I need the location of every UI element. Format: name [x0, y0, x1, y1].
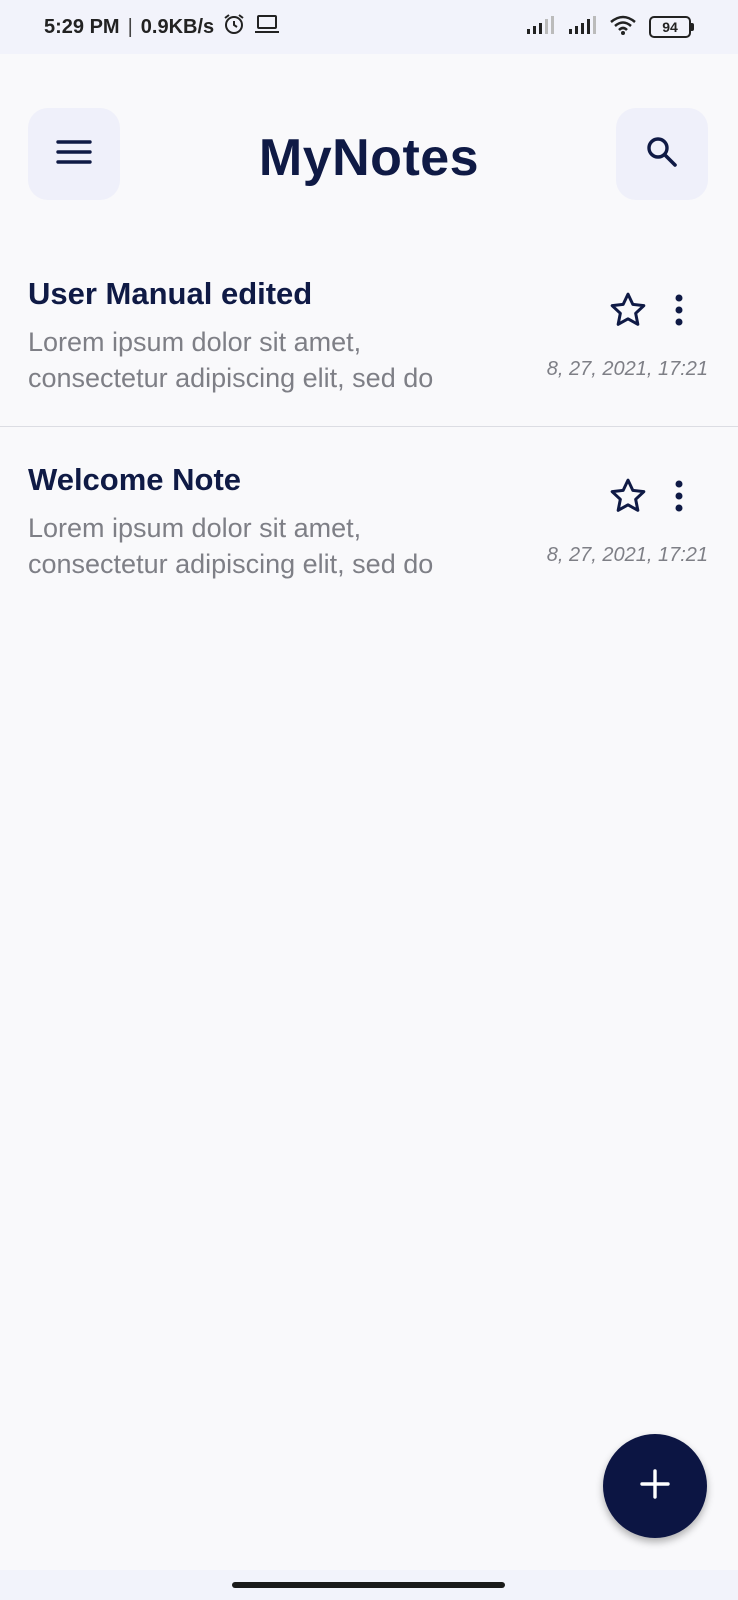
signal-icon-2	[567, 15, 597, 40]
note-item[interactable]: Welcome Note Lorem ipsum dolor sit amet,…	[0, 426, 738, 612]
more-vertical-icon[interactable]	[672, 476, 686, 521]
star-icon[interactable]	[608, 290, 648, 335]
laptop-icon	[254, 13, 280, 41]
status-separator: |	[127, 15, 133, 38]
status-bar: 5:29 PM | 0.9KB/s 94	[0, 0, 738, 54]
note-date: 8, 27, 2021, 17:21	[546, 544, 708, 566]
add-note-button[interactable]	[603, 1434, 707, 1538]
more-vertical-icon[interactable]	[672, 290, 686, 335]
note-title: User Manual edited	[28, 276, 313, 311]
search-icon	[645, 135, 679, 174]
wifi-icon	[609, 14, 637, 41]
note-date: 8, 27, 2021, 17:21	[546, 358, 708, 380]
battery-level: 94	[649, 16, 691, 38]
signal-icon	[525, 15, 555, 40]
note-title: Welcome Note	[28, 462, 242, 497]
status-time: 5:29 PM	[44, 15, 120, 38]
note-item[interactable]: User Manual edited Lorem ipsum dolor sit…	[0, 240, 738, 426]
system-nav-bar	[0, 1570, 738, 1600]
status-net-speed: 0.9KB/s	[140, 15, 215, 38]
status-left: 5:29 PM | 0.9KB/s	[44, 12, 280, 42]
notes-list: User Manual edited Lorem ipsum dolor sit…	[0, 240, 738, 612]
note-preview: Lorem ipsum dolor sit amet, consectetur …	[28, 513, 434, 579]
app-header: MyNotes	[0, 108, 738, 202]
battery-tip	[691, 23, 694, 31]
battery-icon: 94	[649, 16, 694, 38]
status-right: 94	[525, 14, 694, 41]
home-indicator[interactable]	[232, 1582, 505, 1588]
note-preview: Lorem ipsum dolor sit amet, consectetur …	[28, 327, 434, 393]
star-icon[interactable]	[608, 476, 648, 521]
search-button[interactable]	[616, 108, 708, 200]
plus-icon	[639, 1468, 671, 1505]
alarm-icon	[222, 12, 246, 42]
